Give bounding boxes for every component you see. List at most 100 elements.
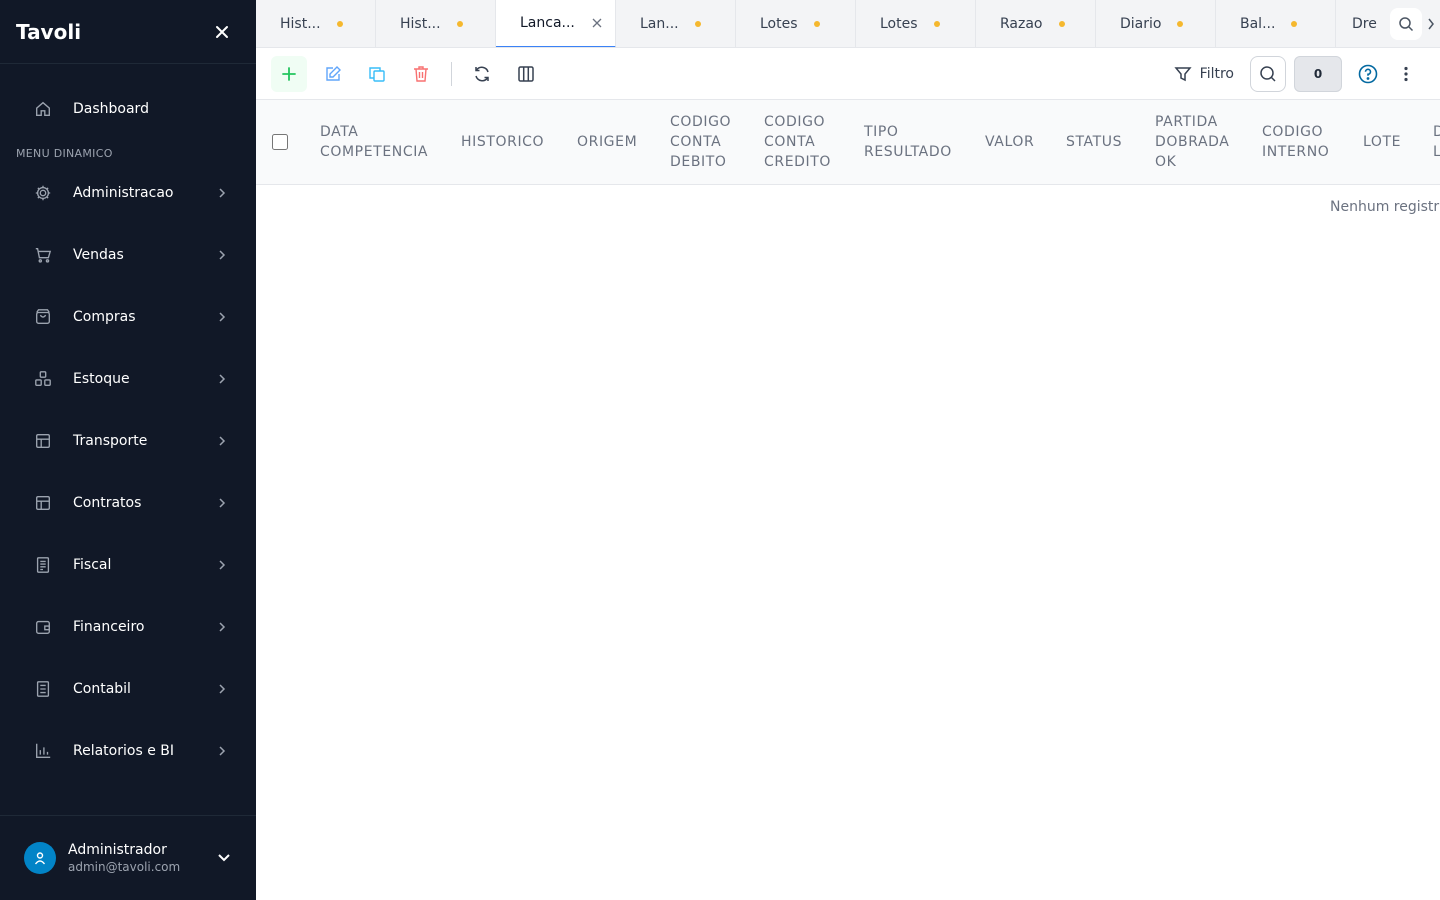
unsaved-dot — [813, 21, 820, 27]
select-all-cell — [256, 134, 304, 150]
table-header: DATA COMPETENCIA HISTORICO ORIGEM CODIGO… — [256, 100, 1440, 185]
user-name: Administrador — [68, 842, 167, 858]
chevron-right-icon — [216, 559, 228, 571]
menu-section-title: MENU DINAMICO — [16, 147, 113, 160]
chevron-down-icon — [218, 854, 230, 862]
layout-icon — [33, 493, 53, 513]
delete-button[interactable] — [403, 56, 439, 92]
column-header-data-competencia[interactable]: DATA COMPETENCIA — [304, 122, 445, 162]
refresh-button[interactable] — [464, 56, 500, 92]
tab-balancete[interactable]: Bal... — [1216, 0, 1336, 47]
duplicate-button[interactable] — [359, 56, 395, 92]
tab-bar: Hist... Hist... Lanca... Lan... Lotes Lo… — [256, 0, 1440, 48]
sidebar-item-dashboard[interactable]: Dashboard — [0, 78, 256, 140]
column-header-origem[interactable]: ORIGEM — [561, 132, 654, 152]
sidebar-item-label: Contabil — [73, 681, 131, 697]
user-profile: Administrador admin@tavoli.com — [0, 815, 256, 900]
column-header-historico[interactable]: HISTORICO — [445, 132, 561, 152]
column-header-codigo-conta-debito[interactable]: CODIGO CONTA DEBITO — [654, 112, 748, 172]
column-header-partida-dobrada-ok[interactable]: PARTIDA DOBRADA OK — [1139, 112, 1246, 172]
record-count-badge: 0 — [1294, 56, 1342, 92]
close-icon — [592, 18, 602, 28]
sidebar-item-vendas[interactable]: Vendas — [0, 224, 256, 286]
sidebar-item-label: Relatorios e BI — [73, 743, 174, 759]
close-sidebar-button[interactable] — [210, 20, 234, 44]
bar-chart-icon — [33, 741, 53, 761]
sidebar-item-label: Financeiro — [73, 619, 145, 635]
sidebar-item-compras[interactable]: Compras — [0, 286, 256, 348]
user-icon — [34, 852, 46, 865]
tab-label: Lan... — [640, 16, 679, 32]
column-header-tipo-resultado[interactable]: TIPO RESULTADO — [848, 122, 969, 162]
tab-lancamentos-2[interactable]: Lan... — [616, 0, 736, 47]
receipt-icon — [33, 555, 53, 575]
sidebar-item-administracao[interactable]: Administracao — [0, 162, 256, 224]
tab-search-button[interactable] — [1390, 8, 1422, 40]
help-button[interactable] — [1350, 56, 1386, 92]
user-menu-toggle[interactable] — [216, 850, 232, 866]
chevron-right-icon — [216, 187, 228, 199]
edit-button[interactable] — [315, 56, 351, 92]
empty-table-message: Nenhum registr — [1330, 199, 1440, 215]
tab-diario[interactable]: Diario — [1096, 0, 1216, 47]
tab-label: Diario — [1120, 16, 1162, 32]
tab-lancamentos-active[interactable]: Lanca... — [496, 0, 616, 47]
search-button[interactable] — [1250, 56, 1286, 92]
brand-logo: Tavoli — [16, 19, 82, 44]
book-icon — [33, 679, 53, 699]
chevron-right-icon — [1428, 18, 1434, 30]
tab-scroll-next-button[interactable] — [1422, 0, 1440, 47]
column-header-status[interactable]: STATUS — [1050, 132, 1139, 152]
main-content: Hist... Hist... Lanca... Lan... Lotes Lo… — [256, 0, 1440, 900]
avatar[interactable] — [24, 842, 56, 874]
sidebar-item-relatorios-bi[interactable]: Relatorios e BI — [0, 720, 256, 782]
tab-lotes-2[interactable]: Lotes — [856, 0, 976, 47]
sidebar-item-label: Vendas — [73, 247, 124, 263]
filter-label: Filtro — [1199, 66, 1234, 82]
select-all-checkbox[interactable] — [272, 134, 288, 150]
tab-historico-2[interactable]: Hist... — [376, 0, 496, 47]
column-header-valor[interactable]: VALOR — [969, 132, 1050, 152]
tab-label: Hist... — [280, 16, 321, 32]
unsaved-dot — [1177, 21, 1184, 27]
chevron-right-icon — [216, 497, 228, 509]
column-header-lote[interactable]: LOTE — [1347, 132, 1417, 152]
filter-button[interactable]: Filtro — [1162, 56, 1246, 92]
unsaved-dot — [694, 21, 701, 27]
trash-icon — [414, 65, 428, 82]
column-header-codigo-conta-credito[interactable]: CODIGO CONTA CREDITO — [748, 112, 848, 172]
sidebar-item-label: Estoque — [73, 371, 130, 387]
sidebar-item-label: Contratos — [73, 495, 142, 511]
chevron-right-icon — [216, 311, 228, 323]
sidebar-header: Tavoli — [0, 0, 256, 64]
tab-label: Bal... — [1240, 16, 1276, 32]
unsaved-dot — [933, 21, 940, 27]
sidebar-item-fiscal[interactable]: Fiscal — [0, 534, 256, 596]
gear-icon — [33, 183, 53, 203]
tab-historico-1[interactable]: Hist... — [256, 0, 376, 47]
refresh-icon — [475, 66, 489, 81]
tab-razao[interactable]: Razao — [976, 0, 1096, 47]
sidebar-item-estoque[interactable]: Estoque — [0, 348, 256, 410]
unsaved-dot — [336, 21, 343, 27]
sidebar-item-financeiro[interactable]: Financeiro — [0, 596, 256, 658]
toolbar-right: Filtro 0 — [1162, 56, 1424, 92]
sidebar-item-label: Fiscal — [73, 557, 112, 573]
sidebar-item-label: Dashboard — [73, 101, 149, 117]
columns-button[interactable] — [508, 56, 544, 92]
tab-label: Dre — [1352, 16, 1377, 32]
add-button[interactable] — [271, 55, 307, 92]
sidebar-item-transporte[interactable]: Transporte — [0, 410, 256, 472]
close-tab-button[interactable] — [591, 17, 603, 29]
toolbar-divider — [451, 61, 452, 86]
sidebar-item-contratos[interactable]: Contratos — [0, 472, 256, 534]
sidebar-item-contabil[interactable]: Contabil — [0, 658, 256, 720]
sidebar-menu: Administracao Vendas Compras Estoque Tra… — [0, 162, 256, 782]
tab-lotes-1[interactable]: Lotes — [736, 0, 856, 47]
close-icon — [216, 25, 228, 38]
more-options-button[interactable] — [1388, 56, 1424, 92]
column-header-codigo-interno[interactable]: CODIGO INTERNO — [1246, 122, 1347, 162]
bag-icon — [33, 307, 53, 327]
chevron-right-icon — [216, 373, 228, 385]
column-header-truncated[interactable]: D L — [1417, 122, 1440, 162]
